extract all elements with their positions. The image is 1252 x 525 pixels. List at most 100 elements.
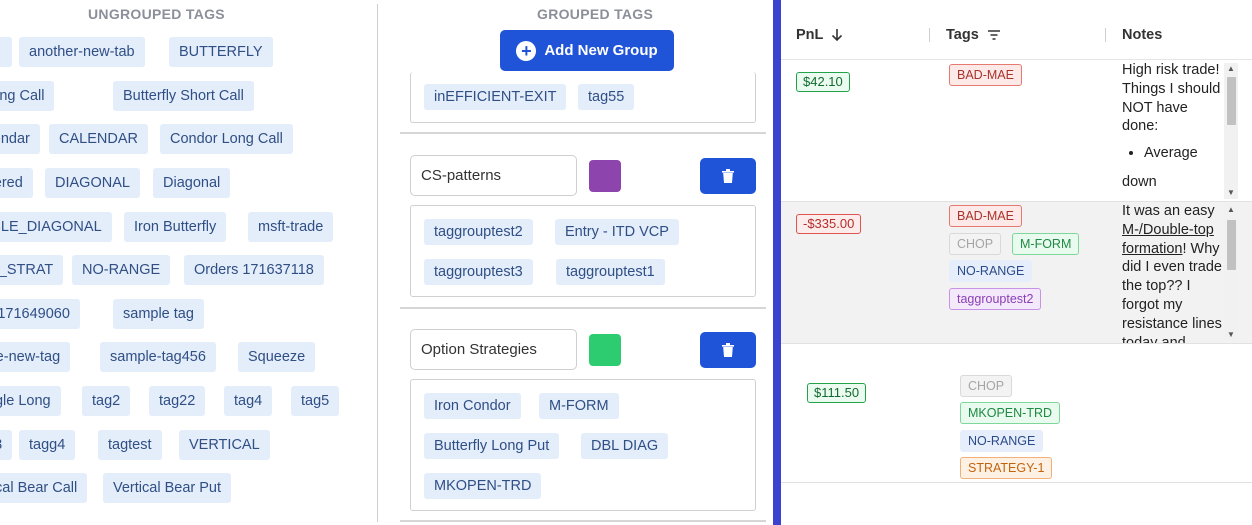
group-tag-chip[interactable]: taggrouptest2 [424, 219, 533, 245]
pnl-header-label: PnL [796, 27, 824, 43]
tag-chip[interactable]: tagtest [98, 430, 162, 460]
group-separator [400, 520, 766, 522]
delete-group-button[interactable] [700, 332, 756, 368]
group-tag-chip[interactable]: taggrouptest3 [424, 259, 533, 285]
tag-chip[interactable]: Butterfly Long Call [0, 81, 55, 111]
plus-circle-icon: + [516, 40, 537, 61]
tag-chip[interactable]: Orders 171649060 [0, 299, 80, 329]
notes-text: It was an easy [1122, 203, 1215, 219]
group-name-input[interactable]: CS-patterns [410, 155, 577, 196]
tag-chip[interactable]: Covered [0, 168, 33, 198]
tag-chip[interactable]: sample-new-tag [0, 342, 71, 372]
pnl-badge: -$335.00 [796, 214, 862, 234]
tags-column-header[interactable]: Tags [946, 10, 1001, 60]
pnl-badge: $111.50 [807, 383, 867, 403]
tag-chip[interactable]: tag4 [224, 386, 273, 416]
group-separator [400, 307, 766, 309]
tag-chip[interactable]: Squeeze [238, 342, 316, 372]
column-resize-handle[interactable] [1105, 28, 1106, 42]
pnl-column-header[interactable]: PnL [796, 10, 843, 60]
scroll-up-icon[interactable]: ▲ [1224, 204, 1238, 216]
notes-cell[interactable]: High risk trade! Things I should NOT hav… [1122, 61, 1224, 201]
arrow-down-icon [832, 29, 843, 42]
tag-chip[interactable]: NO-RANGE [72, 255, 171, 285]
tag-chip[interactable]: Calendar [0, 124, 40, 154]
notes-cell[interactable]: It was an easy M-/Double-top formation! … [1122, 202, 1224, 343]
tag-badge[interactable]: BAD-MAE [949, 64, 1022, 86]
tag-chip[interactable]: Vertical Bear Put [103, 473, 231, 503]
tag-badge[interactable]: taggrouptest2 [949, 288, 1042, 310]
tag-badge[interactable]: CHOP [949, 233, 1002, 255]
tag-badge[interactable]: STRATEGY-1 [960, 457, 1053, 479]
tag-chip[interactable]: Vertical Bear Call [0, 473, 88, 503]
group-color-swatch[interactable] [589, 334, 621, 366]
notes-column-header[interactable]: Notes [1122, 10, 1162, 60]
tag-badge[interactable]: NO-RANGE [960, 430, 1044, 452]
group-separator [400, 132, 766, 134]
tag-chip[interactable]: sample-tag456 [100, 342, 216, 372]
column-resize-handle[interactable] [929, 28, 930, 42]
delete-group-button[interactable] [700, 158, 756, 194]
group-color-swatch[interactable] [589, 160, 621, 192]
pnl-badge: $42.10 [796, 72, 850, 92]
tag-chip[interactable]: DIAGONAL [45, 168, 140, 198]
group-tag-chip[interactable]: tag55 [578, 84, 635, 110]
table-row[interactable]: -$335.00 BAD-MAE CHOP M-FORM NO-RANGE ta… [781, 202, 1252, 344]
tag-chip[interactable]: Butterfly Short Call [113, 81, 254, 111]
notes-bullet: Average [1144, 144, 1224, 163]
group-tag-chip[interactable]: taggrouptest1 [556, 259, 665, 285]
scrollbar-thumb[interactable] [1227, 220, 1236, 270]
notes-scrollbar[interactable]: ▲ ▼ [1224, 204, 1238, 341]
tag-badge[interactable]: BAD-MAE [949, 205, 1022, 227]
tag-chip[interactable]: tag2 [82, 386, 131, 416]
group-name-input[interactable]: Option Strategies [410, 329, 577, 370]
tag-chip[interactable]: msft-trade [248, 212, 334, 242]
notes-scrollbar[interactable]: ▲ ▼ [1224, 63, 1238, 199]
tag-chip[interactable]: Iron Butterfly [124, 212, 227, 242]
scroll-down-icon[interactable]: ▼ [1224, 329, 1238, 341]
scroll-down-icon[interactable]: ▼ [1224, 187, 1238, 199]
notes-header-label: Notes [1122, 27, 1163, 43]
group-tag-chip[interactable]: DBL DIAG [581, 433, 669, 459]
add-new-group-button[interactable]: + Add New Group [500, 30, 674, 71]
tag-chip[interactable]: CALENDAR [49, 124, 148, 154]
tag-chip[interactable]: Diagonal [153, 168, 231, 198]
tag-chip-clipped[interactable] [0, 37, 12, 67]
panel-divider[interactable] [773, 0, 781, 525]
tag-chip[interactable]: Orders 171637118 [184, 255, 324, 285]
table-row[interactable]: $111.50 CHOP MKOPEN-TRD NO-RANGE STRATEG… [781, 344, 1252, 483]
tag-chip[interactable]: MY_STRAT [0, 255, 64, 285]
group-tag-chip[interactable]: MKOPEN-TRD [424, 473, 542, 499]
tag-badge[interactable]: NO-RANGE [949, 260, 1033, 282]
tag-chip[interactable]: Condor Long Call [160, 124, 293, 154]
tag-chip[interactable]: sample tag [113, 299, 204, 329]
tag-chip[interactable]: tag5 [291, 386, 340, 416]
scroll-up-icon[interactable]: ▲ [1224, 63, 1238, 75]
group-tags-box: taggrouptest2 Entry - ITD VCP taggroupte… [410, 205, 756, 297]
group-tag-chip[interactable]: Iron Condor [424, 393, 521, 419]
table-row[interactable]: $42.10 BAD-MAE High risk trade! Things I… [781, 61, 1252, 202]
trash-icon [722, 169, 734, 183]
ungrouped-tags-title: UNGROUPED TAGS [88, 6, 225, 22]
notes-text: down [1122, 173, 1157, 190]
tag-chip[interactable]: tag22 [149, 386, 206, 416]
filter-icon[interactable] [987, 29, 1001, 41]
group-tag-chip[interactable]: Butterfly Long Put [424, 433, 560, 459]
scrollbar-thumb[interactable] [1227, 77, 1236, 125]
group-tag-chip[interactable]: inEFFICIENT-EXIT [424, 84, 567, 110]
tag-chip[interactable]: BUTTERFLY [169, 37, 273, 67]
group-tag-chip[interactable]: Entry - ITD VCP [555, 219, 679, 245]
tag-badge[interactable]: M-FORM [1012, 233, 1080, 255]
tag-chip[interactable]: VERTICAL [179, 430, 270, 460]
add-new-group-label: Add New Group [544, 42, 658, 59]
tag-badge[interactable]: CHOP [960, 375, 1013, 397]
trades-table: PnL Tags Notes $42.10 BAD-MAE High risk … [781, 0, 1252, 525]
tag-chip[interactable]: Single Long [0, 386, 61, 416]
tag-badge[interactable]: MKOPEN-TRD [960, 402, 1061, 424]
group-tag-chip[interactable]: M-FORM [539, 393, 619, 419]
tag-chip[interactable]: tag3 [0, 430, 13, 460]
tag-chip[interactable]: DOUBLE_DIAGONAL [0, 212, 112, 242]
grouped-tags-title: GROUPED TAGS [537, 6, 654, 22]
tag-chip[interactable]: another-new-tab [19, 37, 145, 67]
tag-chip[interactable]: tagg4 [19, 430, 76, 460]
